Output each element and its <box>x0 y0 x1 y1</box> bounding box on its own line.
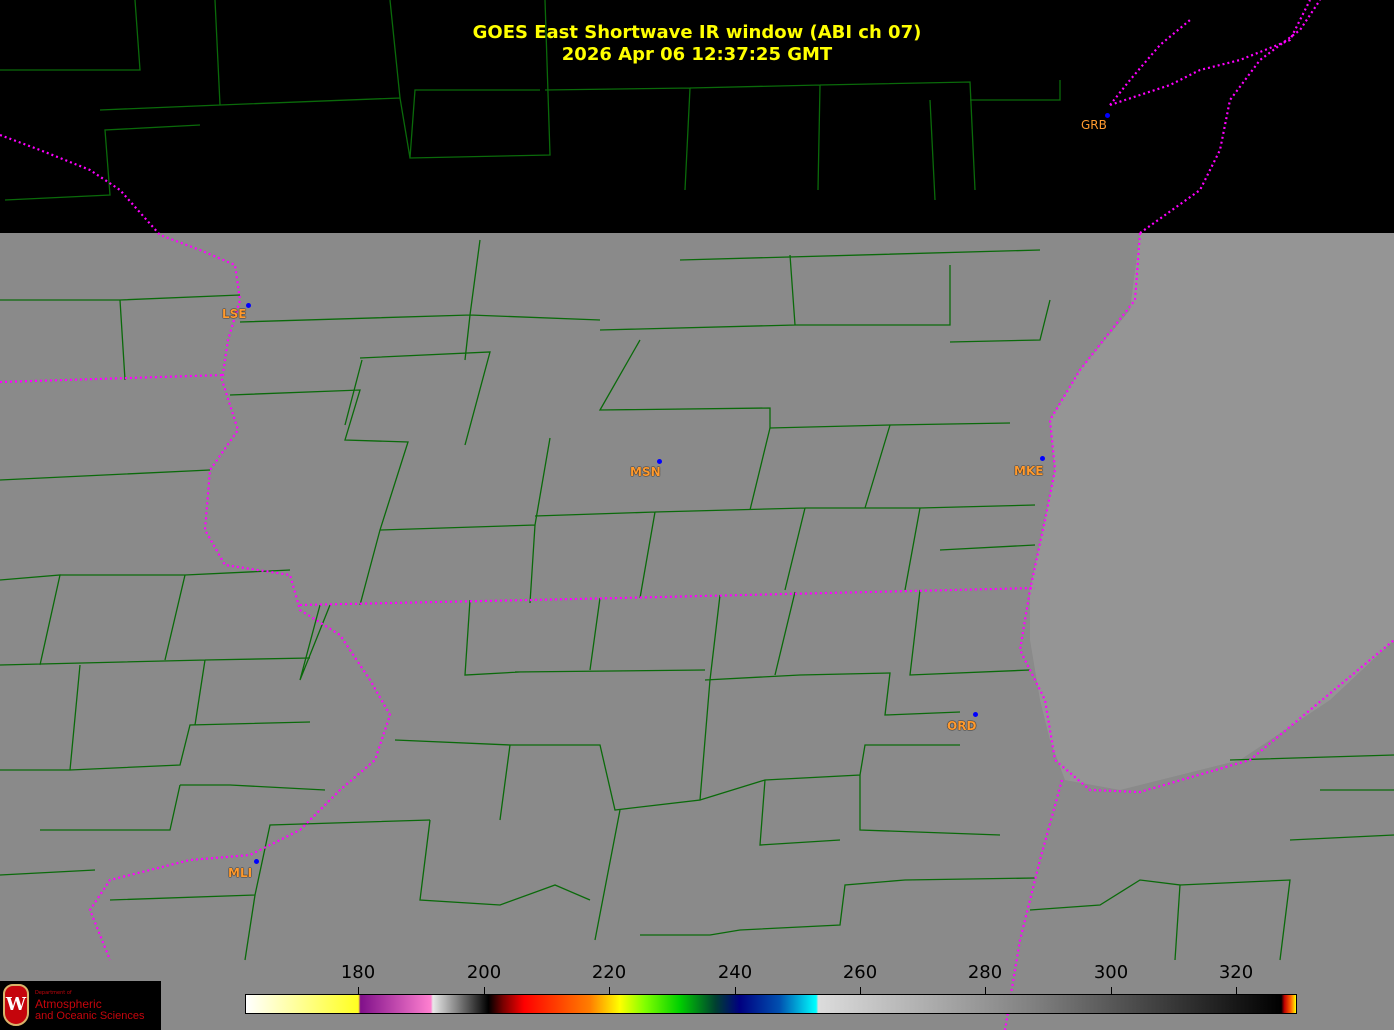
title-timestamp: 2026 Apr 06 12:37:25 GMT <box>561 44 833 65</box>
colorbar-tick-label: 320 <box>1218 962 1254 983</box>
station-marker <box>1040 456 1045 461</box>
logo-line-1: Department of <box>35 990 72 996</box>
colorbar-tick-label: 200 <box>466 962 502 983</box>
map-canvas <box>0 0 1394 1030</box>
colorbar-tick <box>735 987 736 994</box>
aos-logo: W Department of Atmospheric and Oceanic … <box>0 981 161 1030</box>
colorbar-tick <box>609 987 610 994</box>
station-label-msn: MSN <box>630 465 661 479</box>
logo-line-2: Atmospheric <box>35 997 102 1011</box>
satellite-image-viewer: GOES East Shortwave IR window (ABI ch 07… <box>0 0 1394 1030</box>
uw-crest-icon: W <box>3 984 29 1026</box>
station-marker <box>254 859 259 864</box>
station-marker <box>973 712 978 717</box>
colorbar-tick <box>358 987 359 994</box>
title-line-1: GOES East Shortwave IR window (ABI ch 07… <box>472 22 922 43</box>
colorbar-tick <box>1111 987 1112 994</box>
colorbar-tick-label: 240 <box>717 962 753 983</box>
colorbar-tick-label: 280 <box>967 962 1003 983</box>
colorbar-tick <box>1236 987 1237 994</box>
station-label-ord: ORD <box>947 719 977 733</box>
colorbar-tick-label: 260 <box>842 962 878 983</box>
station-marker <box>657 459 662 464</box>
colorbar-tick-label: 180 <box>340 962 376 983</box>
logo-line-3: and Oceanic Sciences <box>35 1010 145 1022</box>
station-label-mke: MKE <box>1014 464 1044 478</box>
temperature-colorbar <box>245 994 1297 1014</box>
station-label-lse: LSE <box>222 307 247 321</box>
colorbar-tick <box>985 987 986 994</box>
station-label-grb: GRB <box>1081 118 1107 132</box>
station-label-mli: MLI <box>228 866 253 880</box>
colorbar-tick-label: 300 <box>1093 962 1129 983</box>
colorbar-tick-label: 220 <box>591 962 627 983</box>
colorbar-tick <box>860 987 861 994</box>
colorbar-tick <box>484 987 485 994</box>
